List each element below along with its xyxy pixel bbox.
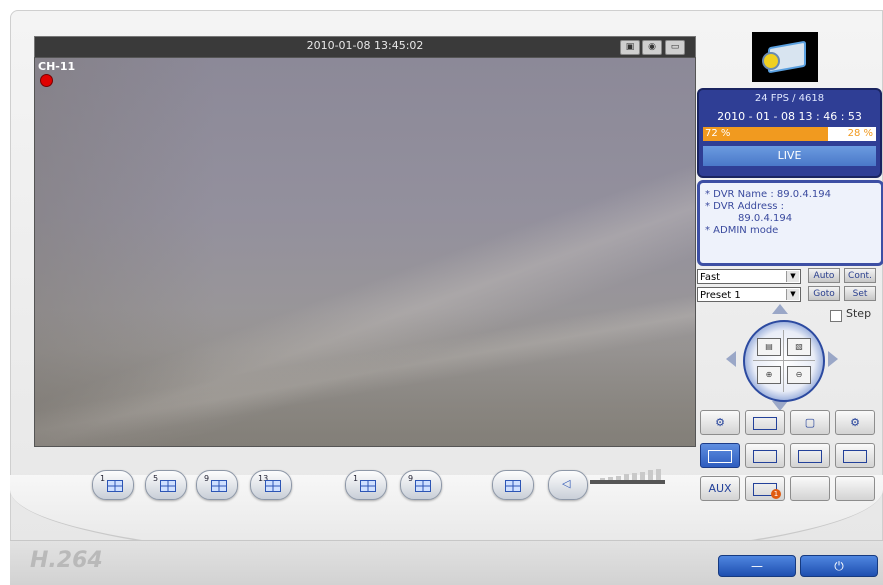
disk-usage-bar: 72 % 28 %: [703, 127, 876, 141]
video-timestamp: 2010-01-08 13:45:02: [306, 39, 424, 52]
chevron-down-icon: ▼: [786, 271, 799, 282]
set-button[interactable]: Set: [844, 286, 876, 301]
backup-icon: [753, 449, 777, 463]
dvr-address-value: 89.0.4.194: [738, 213, 793, 224]
layout-1-button[interactable]: 1: [92, 470, 134, 500]
zoom-in-icon[interactable]: ⊕: [757, 366, 781, 384]
zoom-out-icon[interactable]: ⊖: [787, 366, 811, 384]
layout-quad-button[interactable]: 9: [400, 470, 442, 500]
volume-button[interactable]: ◁: [548, 470, 588, 500]
search-tool-button[interactable]: [745, 410, 785, 435]
disk-used-label: 72 %: [705, 128, 731, 139]
focus-near-icon[interactable]: ▤: [757, 338, 781, 356]
tape-icon: [708, 449, 732, 463]
config-icon: [843, 449, 867, 463]
speaker-icon: ◁: [562, 477, 571, 490]
sequence-button[interactable]: [492, 470, 534, 500]
record-tool-button[interactable]: ⚙: [700, 410, 740, 435]
datetime-readout: 2010 - 01 - 08 13 : 46 : 53: [717, 110, 862, 123]
preset-select-value: Preset 1: [700, 290, 741, 301]
volume-slider[interactable]: [590, 480, 665, 484]
ptz-divider: [753, 360, 815, 361]
dvr-address-label: * DVR Address :: [705, 201, 785, 212]
grid-icon: [211, 480, 227, 492]
settings-icon: ⚙: [850, 416, 860, 429]
config-tool-button[interactable]: [835, 443, 875, 468]
recorder-icon: ⚙: [715, 416, 725, 429]
camera-lens: [762, 52, 780, 70]
backup-tool-button[interactable]: [745, 443, 785, 468]
speed-select[interactable]: Fast ▼: [697, 269, 801, 284]
status-panel: 24 FPS / 4618 2010 - 01 - 08 13 : 46 : 5…: [697, 88, 882, 178]
screen-icon: ▢: [804, 416, 816, 429]
search-screen-icon: [753, 416, 777, 430]
focus-far-icon[interactable]: ▧: [787, 338, 811, 356]
step-checkbox[interactable]: [830, 310, 842, 322]
layout-num: 1: [353, 474, 359, 483]
pan-right-icon[interactable]: [828, 351, 838, 367]
live-button[interactable]: LIVE: [703, 146, 876, 166]
auto-button[interactable]: Auto: [808, 268, 840, 283]
preset-select[interactable]: Preset 1 ▼: [697, 287, 801, 302]
dvr-info-panel: * DVR Name : 89.0.4.194 * DVR Address : …: [697, 180, 883, 266]
record-indicator-icon: [40, 74, 53, 87]
video-floor: [35, 308, 695, 446]
fullscreen-icon[interactable]: ▭: [665, 40, 685, 55]
chevron-down-icon: ▼: [786, 289, 799, 300]
grid-icon: [107, 480, 123, 492]
aux-button[interactable]: AUX: [700, 476, 740, 501]
h264-logo: H.264: [30, 548, 103, 573]
pan-up-icon[interactable]: [772, 304, 788, 314]
layout-num: 9: [204, 474, 210, 483]
fullscreen-tool-button[interactable]: ▢: [790, 410, 830, 435]
alarm-badge: 1: [771, 489, 781, 499]
camera-settings-icon[interactable]: ◉: [642, 40, 662, 55]
settings-tool-button[interactable]: ⚙: [835, 410, 875, 435]
disk-free-label: 28 %: [847, 128, 873, 139]
empty-tool-button-2[interactable]: [835, 476, 875, 501]
minimize-button[interactable]: —: [718, 555, 796, 577]
grid-icon: [265, 480, 281, 492]
admin-mode: * ADMIN mode: [705, 225, 779, 236]
snapshot-icon[interactable]: ▣: [620, 40, 640, 55]
export-icon: [798, 449, 822, 463]
grid-icon: [160, 480, 176, 492]
goto-button[interactable]: Goto: [808, 286, 840, 301]
grid-icon: [360, 480, 376, 492]
ptz-control[interactable]: ▤ ▧ ⊕ ⊖: [743, 320, 825, 402]
ptz-divider: [783, 330, 784, 392]
layout-num: 1: [100, 474, 106, 483]
step-label: Step: [846, 307, 872, 320]
video-view[interactable]: CH-11: [34, 57, 696, 447]
camera-icon: [752, 32, 818, 82]
export-tool-button[interactable]: [790, 443, 830, 468]
fps-readout: 24 FPS / 4618: [754, 93, 825, 104]
pan-left-icon[interactable]: [726, 351, 736, 367]
layout-9-button[interactable]: 9: [196, 470, 238, 500]
empty-tool-button[interactable]: [790, 476, 830, 501]
grid-full-icon: [505, 480, 521, 492]
layout-num: 5: [153, 474, 159, 483]
power-button[interactable]: ⏻: [800, 555, 878, 577]
layout-num: 9: [408, 474, 414, 483]
video-header: 2010-01-08 13:45:02 ▣ ◉ ▭: [34, 36, 696, 58]
speed-select-value: Fast: [700, 272, 721, 283]
layout-5-button[interactable]: 5: [145, 470, 187, 500]
playback-tool-button[interactable]: [700, 443, 740, 468]
layout-single-button[interactable]: 1: [345, 470, 387, 500]
cont-button[interactable]: Cont.: [844, 268, 876, 283]
channel-label: CH-11: [38, 60, 76, 73]
alarm-tool-button[interactable]: 1: [745, 476, 785, 501]
dvr-name: * DVR Name : 89.0.4.194: [705, 189, 831, 200]
layout-13-button[interactable]: 13: [250, 470, 292, 500]
grid-icon: [415, 480, 431, 492]
